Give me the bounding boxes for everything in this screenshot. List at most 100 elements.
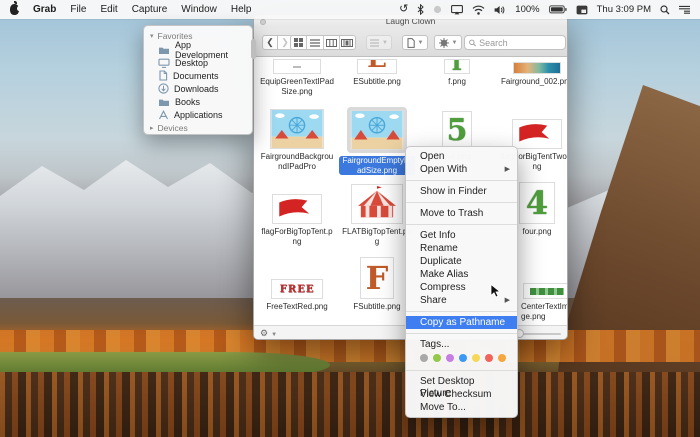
menu-window[interactable]: Window <box>181 4 217 15</box>
submenu-arrow-icon: ▶ <box>505 295 510 307</box>
file-item[interactable]: Fairground_002.png <box>497 58 567 87</box>
view-switcher <box>290 35 356 50</box>
folder-icon <box>158 45 170 55</box>
search-input[interactable] <box>479 38 561 48</box>
menu-item-make-alias[interactable]: Make Alias <box>406 268 517 281</box>
menu-item-copy-as-pathname[interactable]: Copy as Pathname <box>406 316 517 329</box>
file-item[interactable]: FairgroundBackgroundIPadPro <box>257 105 337 171</box>
menu-item-tags[interactable]: Tags... <box>406 338 517 351</box>
window-control[interactable] <box>260 19 266 25</box>
menu-item-open-with[interactable]: Open With▶ <box>406 163 517 176</box>
menu-capture[interactable]: Capture <box>132 4 168 15</box>
sidebar-item-label: Applications <box>174 110 223 120</box>
file-item[interactable]: flagForBigTopTent.png <box>257 180 337 246</box>
toolbar: ❮ ❯ ▼ ▼ ▼ <box>254 28 567 57</box>
file-thumbnail: f <box>444 59 470 74</box>
file-thumbnail <box>513 62 561 74</box>
chevron-down-icon: ▾ <box>150 32 154 40</box>
sidebar-item-documents[interactable]: Documents <box>144 69 252 82</box>
sidebar-item-label: App Development <box>175 40 246 60</box>
tag-color-red[interactable] <box>485 354 493 362</box>
column-view-button[interactable] <box>324 36 340 49</box>
tag-color-yellow[interactable] <box>472 354 480 362</box>
file-item[interactable]: FREE FreeTextRed.png <box>257 255 337 312</box>
keychain-icon[interactable] <box>433 5 442 14</box>
menu-separator <box>406 311 517 312</box>
file-name: FairgroundEmptyIPadSize.png <box>339 156 415 175</box>
icon-size-slider[interactable] <box>516 333 561 335</box>
share-button[interactable]: ▼ <box>434 35 462 50</box>
context-menu: Open Open With▶ Show in Finder Move to T… <box>405 146 518 418</box>
menu-item-move-to-trash[interactable]: Move to Trash <box>406 207 517 220</box>
grab-app-icon[interactable] <box>576 5 588 15</box>
bluetooth-icon[interactable] <box>417 4 424 15</box>
file-item[interactable]: CenterTextIm ge.png <box>517 255 567 321</box>
search-field[interactable] <box>464 35 566 50</box>
notification-center-icon[interactable] <box>679 5 690 14</box>
menu-item-open[interactable]: Open <box>406 150 517 163</box>
sidebar-item-books[interactable]: Books <box>144 95 252 108</box>
sidebar-item-label: Desktop <box>175 58 208 68</box>
airplay-display-icon[interactable] <box>451 5 463 15</box>
file-thumbnail <box>523 283 567 299</box>
file-item[interactable]: f f.png <box>417 58 497 87</box>
menu-bar: Grab File Edit Capture Window Help ↺ 100… <box>0 0 700 19</box>
selection-highlight <box>347 107 407 153</box>
tag-color-orange[interactable] <box>498 354 506 362</box>
file-thumbnail: 4 <box>519 182 555 224</box>
scrollbar-thumb[interactable] <box>251 39 256 59</box>
battery-percent: 100% <box>515 4 539 15</box>
coverflow-view-button[interactable] <box>340 36 355 49</box>
menu-item-view-checksum[interactable]: View Checksum <box>406 388 517 401</box>
file-name: flagForBigTopTent.png <box>260 227 334 246</box>
devices-label: Devices <box>158 123 188 133</box>
file-thumbnail: F <box>360 257 394 299</box>
menu-grab[interactable]: Grab <box>33 4 56 15</box>
battery-icon[interactable] <box>549 5 567 14</box>
menu-separator <box>406 333 517 334</box>
menu-separator <box>406 370 517 371</box>
gear-icon[interactable]: ⚙▼ <box>260 328 277 339</box>
tag-color-purple[interactable] <box>446 354 454 362</box>
back-button[interactable]: ❮ <box>262 35 278 50</box>
menu-item-get-info[interactable]: Get Info <box>406 229 517 242</box>
tag-color-blue[interactable] <box>459 354 467 362</box>
file-name: FreeTextRed.png <box>260 302 334 312</box>
action-button[interactable]: ▼ <box>402 35 428 50</box>
menu-item-move-to[interactable]: Move To... <box>406 401 517 414</box>
sidebar-item-label: Books <box>175 97 200 107</box>
volume-icon[interactable] <box>494 5 506 15</box>
apple-menu-icon[interactable] <box>10 4 19 15</box>
sidebar-item-app-development[interactable]: App Development <box>144 43 252 56</box>
file-item[interactable]: EquipGreenTextIPadSize.png <box>257 58 337 96</box>
file-name: CenterTextIm ge.png <box>521 302 567 321</box>
menu-edit[interactable]: Edit <box>100 4 117 15</box>
desktop-icon <box>158 58 170 68</box>
menu-bar-clock[interactable]: Thu 3:09 PM <box>597 4 651 15</box>
list-view-button[interactable] <box>307 36 323 49</box>
sidebar-item-applications[interactable]: Applications <box>144 108 252 121</box>
icon-view-button[interactable] <box>291 36 307 49</box>
applications-icon <box>158 110 169 120</box>
menu-item-duplicate[interactable]: Duplicate <box>406 255 517 268</box>
sidebar-section-devices[interactable]: ▸ Devices <box>144 121 252 135</box>
menu-item-set-desktop-picture[interactable]: Set Desktop Picture <box>406 375 517 388</box>
file-thumbnail: 5 <box>442 111 472 149</box>
file-thumbnail <box>350 110 404 150</box>
file-name: FLATBigTopTent.png <box>340 227 414 246</box>
file-name: EquipGreenTextIPadSize.png <box>260 77 334 96</box>
menu-file[interactable]: File <box>70 4 86 15</box>
tag-color-gray[interactable] <box>420 354 428 362</box>
sidebar-item-downloads[interactable]: Downloads <box>144 82 252 95</box>
time-machine-icon[interactable]: ↺ <box>399 4 408 15</box>
menu-help[interactable]: Help <box>231 4 252 15</box>
tag-colors <box>406 351 517 366</box>
menu-item-rename[interactable]: Rename <box>406 242 517 255</box>
wifi-icon[interactable] <box>472 5 485 15</box>
file-item[interactable]: E ESubtitle.png <box>337 58 417 87</box>
spotlight-icon[interactable] <box>660 5 670 15</box>
menu-item-show-in-finder[interactable]: Show in Finder <box>406 185 517 198</box>
arrange-button[interactable]: ▼ <box>366 35 392 50</box>
sidebar-item-label: Downloads <box>174 84 219 94</box>
tag-color-green[interactable] <box>433 354 441 362</box>
